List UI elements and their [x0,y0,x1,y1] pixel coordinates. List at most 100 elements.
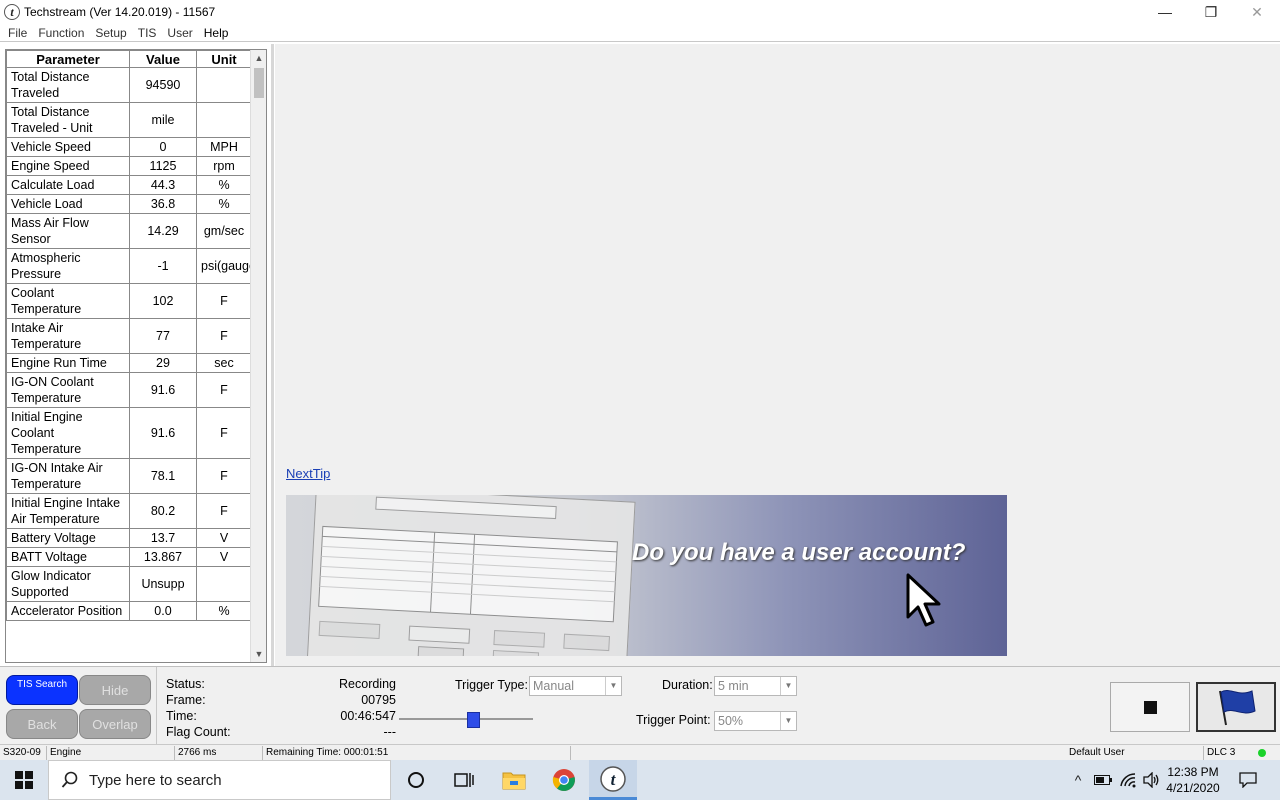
parameter-row[interactable]: Intake Air Temperature 77 F [6,318,252,354]
data-list-body: Total Distance Traveled 94590 Total Distan… [6,67,260,621]
menu-setup[interactable]: Setup [95,26,126,40]
parameter-row[interactable]: Initial Engine Coolant Temperature 91.6 F [6,407,252,459]
menu-help[interactable]: Help [204,26,229,40]
task-view-icon[interactable] [440,760,488,800]
status-value: Recording [339,677,396,691]
parameter-unit: F [196,458,252,494]
status-connector: DLC 3 [1207,747,1236,758]
parameter-row[interactable]: Atmospheric Pressure -1 psi(gauge) [6,248,260,284]
tis-search-button[interactable]: TIS Search [6,675,78,705]
tip-banner-text: Do you have a user account? [632,539,966,566]
next-tip-link[interactable]: NextTip [286,466,330,481]
parameter-row[interactable]: Calculate Load 44.3% [6,175,252,195]
parameter-name: Mass Air Flow Sensor [6,213,130,249]
stop-recording-button[interactable] [1110,682,1190,732]
scrollbar-thumb[interactable] [254,68,264,98]
show-hidden-icons[interactable]: ^ [1068,760,1088,800]
parameter-row[interactable]: IG-ON Coolant Temperature 91.6 F [6,372,252,408]
parameter-value: 91.6 [129,372,197,408]
parameter-row[interactable]: Battery Voltage 13.7 V [6,528,252,548]
trigger-point-value: 50% [718,714,744,728]
parameter-name: Battery Voltage [6,528,130,548]
hide-button[interactable]: Hide [79,675,151,705]
chevron-down-icon[interactable]: ▼ [780,677,796,695]
panel-splitter[interactable] [271,44,274,666]
parameter-unit: sec [196,353,252,373]
data-list-scrollbar[interactable]: ▲ ▼ [250,50,266,662]
overlap-button[interactable]: Overlap [79,709,151,739]
parameter-name: Glow Indicator Supported [6,566,130,602]
techstream-taskbar-icon[interactable]: t [589,760,637,800]
menu-tis[interactable]: TIS [138,26,157,40]
parameter-value: 77 [129,318,197,354]
parameter-row[interactable]: Vehicle Speed 0 MPH [6,137,252,157]
parameter-row[interactable]: Total Distance Traveled 94590 [6,67,252,103]
duration-label: Duration: [662,678,713,692]
parameter-unit: gm/sec [196,213,252,249]
parameter-name: Engine Speed [6,156,130,176]
scroll-up-icon[interactable]: ▲ [251,50,266,66]
taskbar-search-box[interactable]: Type here to search [48,760,391,800]
menu-user[interactable]: User [167,26,192,40]
parameter-row[interactable]: Engine Speed 1125 rpm [6,156,252,176]
parameter-value: 14.29 [129,213,197,249]
parameter-row[interactable]: Engine Run Time 29 sec [6,353,252,373]
parameter-row[interactable]: Total Distance Traveled - Unit mile [6,102,252,138]
close-button[interactable]: ✕ [1234,0,1280,24]
parameter-name: IG-ON Intake Air Temperature [6,458,130,494]
chevron-down-icon[interactable]: ▼ [605,677,621,695]
parameter-unit: % [196,601,252,621]
playback-slider[interactable] [399,711,533,728]
parameter-name: Calculate Load [6,175,130,195]
parameter-name: Initial Engine Intake Air Temperature [6,493,130,529]
title-bar: t Techstream (Ver 14.20.019) - 11567 — ❐… [0,0,1280,24]
parameter-unit: rpm [196,156,252,176]
unit-column-header[interactable]: Unit [196,50,252,68]
start-button[interactable] [0,760,48,800]
trigger-point-label: Trigger Point: [636,713,711,727]
restore-button[interactable]: ❐ [1188,0,1234,24]
wifi-icon[interactable] [1117,760,1139,800]
duration-select[interactable]: 5 min ▼ [714,676,797,696]
volume-icon[interactable] [1140,760,1162,800]
trigger-type-label: Trigger Type: [455,678,528,692]
parameter-column-header[interactable]: Parameter [6,50,130,68]
parameter-row[interactable]: IG-ON Intake Air Temperature 78.1 F [6,458,252,494]
file-explorer-icon[interactable] [490,760,538,800]
menu-file[interactable]: File [8,26,27,40]
parameter-row[interactable]: Initial Engine Intake Air Temperature 80.… [6,493,252,529]
parameter-value: 78.1 [129,458,197,494]
clock-date: 4/21/2020 [1166,781,1220,795]
minimize-button[interactable]: — [1142,0,1188,24]
value-column-header[interactable]: Value [129,50,197,68]
battery-icon[interactable] [1092,760,1114,800]
notifications-icon[interactable] [1232,760,1264,800]
trigger-type-select[interactable]: Manual ▼ [529,676,622,696]
parameter-row[interactable]: Coolant Temperature 102 F [6,283,252,319]
scroll-down-icon[interactable]: ▼ [251,646,266,662]
parameter-row[interactable]: BATT Voltage 13.867 V [6,547,252,567]
back-button[interactable]: Back [6,709,78,739]
parameter-value: mile [129,102,197,138]
parameter-unit: % [196,175,252,195]
parameter-row[interactable]: Vehicle Load 36.8% [6,194,252,214]
parameter-name: Vehicle Load [6,194,130,214]
trigger-point-select[interactable]: 50% ▼ [714,711,797,731]
cortana-icon[interactable] [392,760,440,800]
parameter-row[interactable]: Glow Indicator Supported Unsupp [6,566,252,602]
parameter-value: 1125 [129,156,197,176]
menu-function[interactable]: Function [38,26,84,40]
panel-divider [156,667,157,745]
chrome-icon[interactable] [540,760,588,800]
parameter-row[interactable]: Mass Air Flow Sensor 14.29 gm/sec [6,213,252,249]
parameter-row[interactable]: Accelerator Position 0.0% [6,601,252,621]
parameter-value: 0.0 [129,601,197,621]
parameter-name: Total Distance Traveled [6,67,130,103]
parameter-unit: F [196,493,252,529]
taskbar-clock[interactable]: 12:38 PM 4/21/2020 [1160,764,1226,796]
chevron-down-icon[interactable]: ▼ [780,712,796,730]
flag-button[interactable] [1196,682,1276,732]
techstream-logo-icon: t [4,4,20,20]
parameter-value: 94590 [129,67,197,103]
slider-thumb[interactable] [467,712,480,728]
